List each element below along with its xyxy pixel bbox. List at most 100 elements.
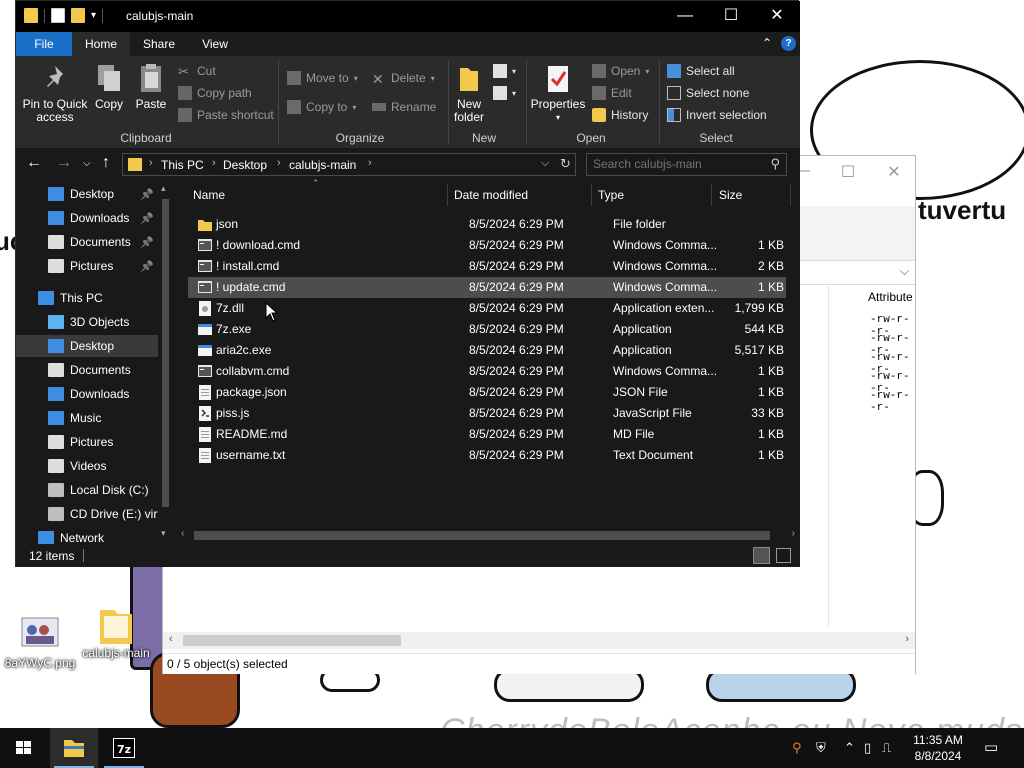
tab-view[interactable]: View bbox=[188, 32, 242, 56]
search-input[interactable] bbox=[593, 157, 763, 171]
table-row[interactable]: piss.js 8/5/2024 6:29 PM JavaScript File 33… bbox=[188, 403, 786, 424]
close-button[interactable]: ✕ bbox=[754, 1, 800, 32]
column-header-name[interactable]: Name bbox=[193, 182, 443, 208]
delete-button[interactable]: ✕ Delete ▾ bbox=[372, 71, 435, 87]
scroll-down-icon[interactable]: ▾ bbox=[161, 528, 166, 539]
copy-path-button[interactable]: Copy path bbox=[178, 86, 252, 100]
minimize-button[interactable]: — bbox=[662, 1, 708, 32]
network-icon[interactable]: ⎍ bbox=[882, 740, 891, 756]
notifications-icon[interactable]: ▭ bbox=[984, 738, 998, 756]
security-shield-icon[interactable]: ⛨ bbox=[816, 740, 826, 756]
collapse-ribbon-icon[interactable]: ⌃ bbox=[762, 36, 772, 50]
search-icon[interactable]: ⚲ bbox=[770, 156, 780, 172]
table-row[interactable]: aria2c.exe 8/5/2024 6:29 PM Application 5,5… bbox=[188, 340, 786, 361]
search-tray-icon[interactable]: ⚲ bbox=[792, 740, 802, 756]
maximize-button[interactable]: ☐ bbox=[708, 1, 754, 32]
table-row[interactable]: package.json 8/5/2024 6:29 PM JSON File 1 K… bbox=[188, 382, 786, 403]
address-dropdown-icon[interactable]: ⌵ bbox=[541, 157, 549, 170]
sidebar-item-pc-6[interactable]: Videos bbox=[16, 455, 166, 477]
scroll-right-icon[interactable]: › bbox=[905, 633, 909, 645]
help-icon[interactable]: ? bbox=[781, 36, 796, 51]
select-all-button[interactable]: Select all bbox=[667, 64, 735, 78]
tab-file[interactable]: File bbox=[16, 32, 72, 56]
nav-pane-scrollbar[interactable]: ▴ ▾ bbox=[158, 182, 173, 544]
customize-toolbar-icon[interactable]: ▾ bbox=[91, 10, 96, 21]
new-folder-button[interactable]: New folder bbox=[450, 62, 488, 124]
column-divider[interactable] bbox=[447, 184, 448, 206]
copy-button[interactable]: Copy bbox=[90, 62, 128, 111]
title-bar[interactable]: ▾ calubjs-main — ☐ ✕ bbox=[16, 1, 800, 32]
taskbar-7zip[interactable]: 7z bbox=[100, 728, 148, 768]
bg-maximize-button[interactable]: ☐ bbox=[825, 162, 871, 184]
address-bar[interactable]: › This PC › Desktop › calubjs-main › ⌵ ↻ bbox=[122, 153, 576, 176]
sidebar-item-pc-8[interactable]: CD Drive (E:) virt bbox=[16, 503, 166, 525]
file-explorer-window[interactable]: ▾ calubjs-main — ☐ ✕ File Home Share Vie… bbox=[15, 0, 800, 567]
sidebar-item-pc-3[interactable]: Downloads bbox=[16, 383, 166, 405]
breadcrumb-separator[interactable]: › bbox=[149, 157, 153, 169]
desktop-icon-folder[interactable]: calubjs-main bbox=[76, 602, 156, 660]
tab-share[interactable]: Share bbox=[132, 32, 186, 56]
taskbar-file-explorer[interactable] bbox=[50, 728, 98, 768]
new-folder-icon[interactable] bbox=[71, 8, 85, 23]
breadcrumb-separator[interactable]: › bbox=[212, 157, 216, 169]
sidebar-item-quick-2[interactable]: Documents 📌 bbox=[16, 231, 166, 253]
forward-arrow-icon[interactable]: → bbox=[56, 154, 72, 172]
sidebar-item-pc-1[interactable]: Desktop bbox=[16, 335, 166, 357]
details-view-icon[interactable] bbox=[753, 547, 770, 564]
pin-to-quick-access-button[interactable]: Pin to Quick access bbox=[20, 62, 90, 124]
refresh-icon[interactable]: ↻ bbox=[560, 156, 571, 172]
edit-button[interactable]: Edit bbox=[592, 86, 632, 100]
bg-close-button[interactable]: ✕ bbox=[871, 162, 917, 184]
scroll-right-icon[interactable]: › bbox=[792, 528, 795, 539]
breadcrumb-this-pc[interactable]: This PC bbox=[161, 158, 204, 172]
file-list-horizontal-scrollbar[interactable]: ‹ › bbox=[176, 527, 800, 544]
sidebar-item-pc-7[interactable]: Local Disk (C:) bbox=[16, 479, 166, 501]
up-arrow-icon[interactable]: ↑ bbox=[102, 154, 110, 172]
properties-button[interactable]: Properties ▾ bbox=[530, 62, 586, 124]
cut-button[interactable]: ✂ Cut bbox=[178, 64, 216, 79]
properties-icon[interactable] bbox=[51, 8, 65, 23]
recent-locations-icon[interactable]: ⌵ bbox=[83, 158, 91, 169]
easy-access-button[interactable]: ▾ bbox=[493, 86, 516, 100]
column-header-type[interactable]: Type bbox=[598, 182, 708, 208]
sidebar-item-this-pc[interactable]: This PC bbox=[16, 287, 166, 309]
table-row[interactable]: ! install.cmd 8/5/2024 6:29 PM Windows Com… bbox=[188, 256, 786, 277]
large-icons-view-icon[interactable] bbox=[776, 548, 791, 563]
bg-column-header-attribute[interactable]: Attribute bbox=[868, 290, 913, 304]
chevron-down-icon[interactable]: ⌵ bbox=[900, 264, 909, 279]
hidden-icons-chevron-icon[interactable]: ⌃ bbox=[844, 740, 855, 756]
file-list-scroll-thumb[interactable] bbox=[194, 531, 770, 540]
column-header-size[interactable]: Size bbox=[719, 182, 789, 208]
paste-shortcut-button[interactable]: Paste shortcut bbox=[178, 108, 274, 122]
breadcrumb-calubjs-main[interactable]: calubjs-main bbox=[289, 158, 356, 172]
breadcrumb-desktop[interactable]: Desktop bbox=[223, 158, 267, 172]
column-divider[interactable] bbox=[790, 184, 791, 206]
sidebar-item-pc-0[interactable]: 3D Objects bbox=[16, 311, 166, 333]
breadcrumb-separator[interactable]: › bbox=[277, 157, 281, 169]
sidebar-item-quick-0[interactable]: Desktop 📌 bbox=[16, 183, 166, 205]
column-divider[interactable] bbox=[711, 184, 712, 206]
copy-to-button[interactable]: Copy to ▾ bbox=[287, 100, 356, 114]
sidebar-item-pc-5[interactable]: Pictures bbox=[16, 431, 166, 453]
tab-home[interactable]: Home bbox=[72, 32, 130, 56]
sidebar-item-quick-1[interactable]: Downloads 📌 bbox=[16, 207, 166, 229]
battery-icon[interactable]: ▯ bbox=[864, 740, 871, 756]
sidebar-item-quick-3[interactable]: Pictures 📌 bbox=[16, 255, 166, 277]
column-header-date[interactable]: Date modified bbox=[454, 182, 592, 208]
sidebar-item-pc-4[interactable]: Music bbox=[16, 407, 166, 429]
open-button[interactable]: Open ▾ bbox=[592, 64, 649, 78]
paste-button[interactable]: Paste bbox=[132, 62, 170, 111]
bg-scroll-thumb[interactable] bbox=[183, 635, 401, 646]
scroll-up-icon[interactable]: ▴ bbox=[161, 183, 166, 194]
table-row[interactable]: collabvm.cmd 8/5/2024 6:29 PM Windows Comm… bbox=[188, 361, 786, 382]
table-row[interactable]: json 8/5/2024 6:29 PM File folder bbox=[188, 214, 786, 235]
search-box[interactable]: ⚲ bbox=[586, 153, 787, 176]
history-button[interactable]: History bbox=[592, 108, 648, 122]
invert-selection-button[interactable]: Invert selection bbox=[667, 108, 767, 122]
table-row[interactable]: README.md 8/5/2024 6:29 PM MD File 1 KB bbox=[188, 424, 786, 445]
clock[interactable]: 11:35 AM 8/8/2024 bbox=[900, 732, 976, 764]
sidebar-item-pc-2[interactable]: Documents bbox=[16, 359, 166, 381]
sidebar-item-network[interactable]: Network bbox=[16, 527, 166, 544]
table-row[interactable]: ! download.cmd 8/5/2024 6:29 PM Windows Co… bbox=[188, 235, 786, 256]
move-to-button[interactable]: Move to ▾ bbox=[287, 71, 358, 85]
